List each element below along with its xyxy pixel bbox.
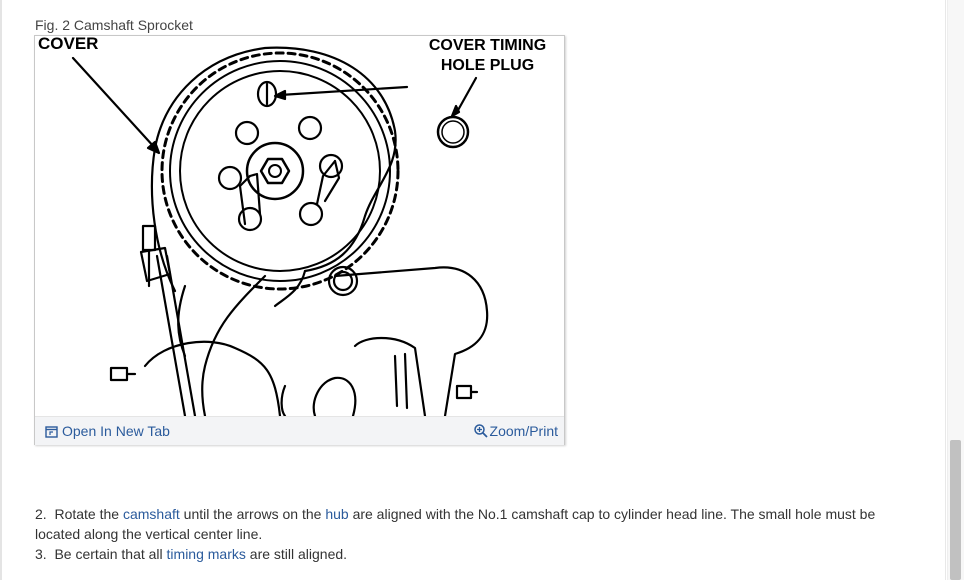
step-3-number: 3. [35, 546, 47, 562]
timing-marks-link[interactable]: timing marks [167, 546, 246, 562]
step-2-text-1: Rotate the [54, 506, 120, 522]
magnifier-plus-icon [473, 424, 488, 438]
figure-caption: Fig. 2 Camshaft Sprocket [35, 17, 193, 33]
figure-toolbar: Open In New Tab Zoom/Print [35, 416, 564, 445]
step-3: 3. Be certain that all timing marks are … [35, 544, 915, 564]
external-window-icon [45, 426, 58, 438]
label-plug-line2: HOLE PLUG [440, 57, 535, 74]
page-left-border [0, 0, 2, 580]
scrollbar-thumb[interactable] [950, 440, 961, 580]
page-right-border [945, 0, 946, 580]
instructions-text: 2. Rotate the camshaft until the arrows … [35, 504, 915, 564]
label-cover-timing-hole-plug: COVER TIMING HOLE PLUG [415, 36, 560, 76]
hub-link[interactable]: hub [325, 506, 348, 522]
open-in-new-tab-label: Open In New Tab [62, 423, 170, 439]
open-in-new-tab-link[interactable]: Open In New Tab [45, 423, 170, 439]
figure-container: COVER COVER TIMING HOLE PLUG Open In New… [34, 35, 565, 445]
zoom-print-link[interactable]: Zoom/Print [473, 423, 558, 439]
diagram-drawing [71, 46, 489, 416]
camshaft-sprocket-diagram[interactable]: COVER COVER TIMING HOLE PLUG [35, 36, 564, 416]
step-3-text-2: are still aligned. [249, 546, 348, 562]
step-3-text-1: Be certain that all [54, 546, 163, 562]
zoom-print-label: Zoom/Print [489, 423, 558, 439]
step-2: 2. Rotate the camshaft until the arrows … [35, 504, 915, 544]
label-cover: COVER [38, 36, 99, 53]
label-plug-line1: COVER TIMING [428, 37, 547, 54]
step-2-text-2: until the arrows on the [183, 506, 322, 522]
camshaft-link[interactable]: camshaft [123, 506, 180, 522]
step-2-number: 2. [35, 506, 47, 522]
